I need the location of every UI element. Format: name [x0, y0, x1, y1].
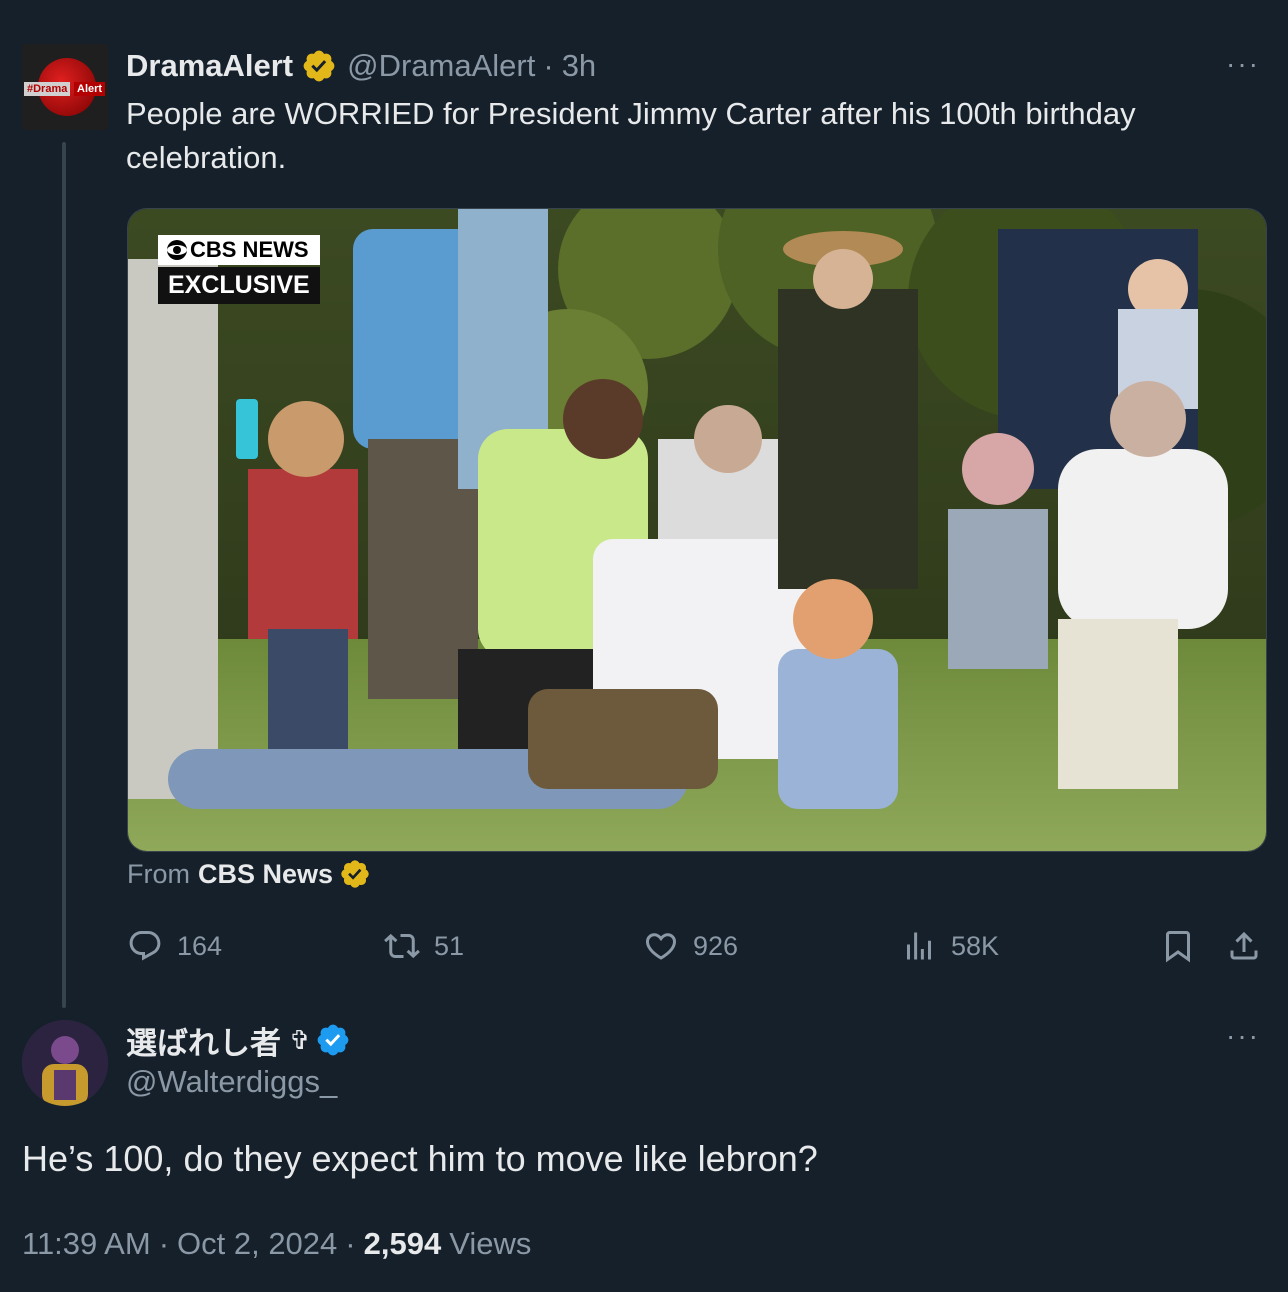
avatar-logo-text-1: #Drama	[24, 82, 71, 96]
from-prefix: From	[127, 858, 190, 889]
reply-date[interactable]: Oct 2, 2024	[177, 1226, 337, 1262]
bookmark-button[interactable]	[1160, 924, 1210, 968]
reply-views-count: 2,594	[363, 1226, 442, 1261]
reply-author-handle[interactable]: @Walterdiggs_	[126, 1064, 337, 1100]
meta-separator: ·	[158, 1226, 170, 1261]
meta-separator: ·	[345, 1226, 356, 1261]
like-count: 926	[693, 930, 739, 961]
reply-count: 164	[177, 930, 223, 961]
thread-connector-line	[62, 142, 66, 1008]
cbs-eye-icon	[167, 240, 187, 260]
tweet-time[interactable]: 3h	[562, 48, 596, 84]
cbs-news-text: CBS NEWS	[190, 237, 309, 262]
reply-icon	[129, 931, 161, 961]
cbs-news-badge: CBS NEWS EXCLUSIVE	[158, 235, 320, 304]
video-frame-illustration	[128, 209, 1266, 851]
avatar-logo-text-2: Alert	[74, 82, 106, 96]
views-button[interactable]: 58K	[901, 924, 999, 968]
reply-header: 選ばれし者 ✞	[126, 1018, 351, 1062]
media-source: From CBS News	[127, 858, 371, 890]
repost-button[interactable]: 51	[384, 924, 464, 968]
reply-author-symbol: ✞	[289, 1024, 311, 1055]
share-button[interactable]	[1226, 924, 1276, 968]
author-name[interactable]: DramaAlert	[126, 48, 293, 84]
bookmark-icon	[1166, 931, 1190, 963]
reply-meta: 11:39 AM · Oct 2, 2024 · 2,594 Views	[22, 1226, 531, 1262]
gold-verified-badge-icon	[341, 860, 369, 888]
repost-icon	[384, 933, 420, 959]
views-icon	[907, 932, 931, 960]
like-button[interactable]: 926	[643, 924, 738, 968]
time-separator: ·	[543, 48, 554, 83]
reply-views-label: Views	[449, 1226, 532, 1261]
walterdiggs-avatar[interactable]	[22, 1020, 108, 1106]
avatar-illustration	[22, 1020, 108, 1106]
like-icon	[645, 933, 677, 960]
author-handle[interactable]: @DramaAlert	[347, 48, 535, 84]
reply-author-name[interactable]: 選ばれし者	[126, 1018, 281, 1063]
tweet-header: DramaAlert @DramaAlert · 3h	[126, 46, 596, 86]
exclusive-label: EXCLUSIVE	[158, 267, 320, 304]
tweet-text: People are WORRIED for President Jimmy C…	[126, 96, 1136, 175]
dramaalert-avatar[interactable]: #Drama Alert	[22, 44, 108, 130]
reply-text: He’s 100, do they expect him to move lik…	[22, 1138, 818, 1179]
repost-count: 51	[434, 930, 465, 961]
share-icon	[1230, 931, 1258, 960]
reply-time[interactable]: 11:39 AM	[22, 1226, 151, 1262]
more-icon[interactable]: ···	[1226, 1020, 1260, 1052]
gold-verified-badge-icon	[303, 50, 335, 82]
tweet-video[interactable]: CBS NEWS EXCLUSIVE	[127, 208, 1267, 852]
reply-button[interactable]: 164	[127, 924, 222, 968]
cbs-news-label: CBS NEWS	[158, 235, 320, 265]
blue-verified-badge-icon	[317, 1024, 349, 1056]
view-count: 58K	[951, 930, 1000, 961]
from-source-link[interactable]: CBS News	[198, 859, 333, 890]
more-icon[interactable]: ···	[1226, 48, 1260, 80]
